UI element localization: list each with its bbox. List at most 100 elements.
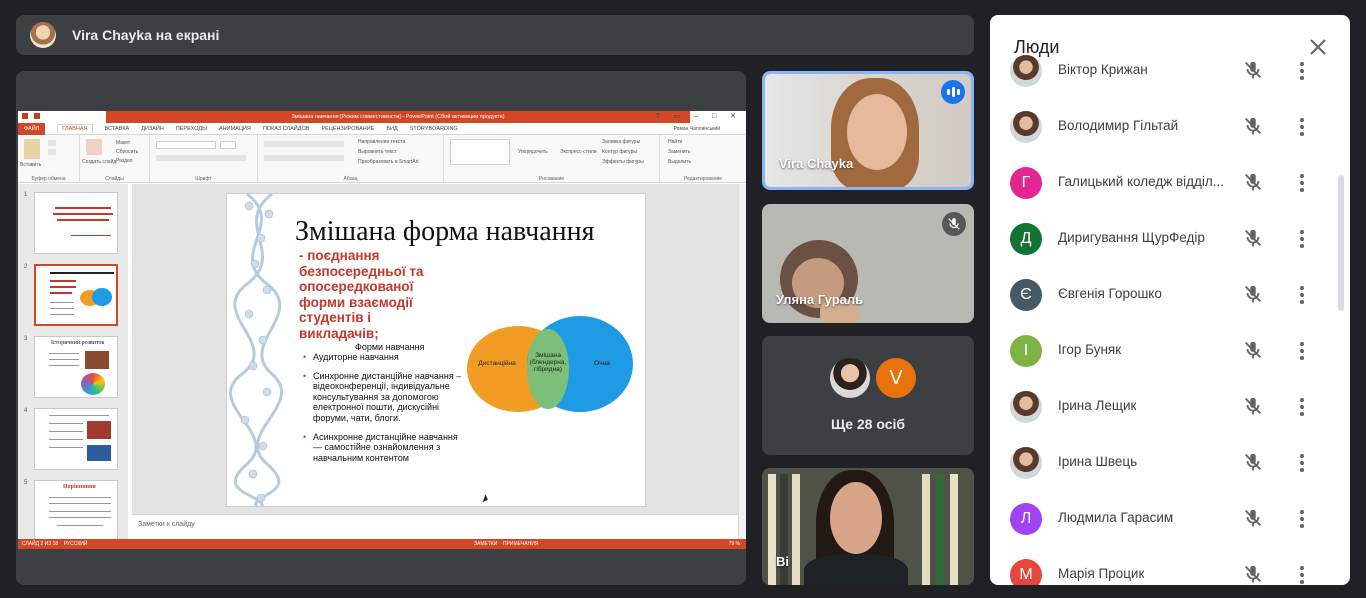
participant-tile[interactable]: Ві	[762, 468, 974, 585]
participant-row[interactable]: Володимир Гільтай	[990, 99, 1340, 155]
participant-row[interactable]: Є Євгенія Горошко	[990, 267, 1340, 323]
participant-tile-speaker[interactable]: Vira Chayka	[762, 71, 974, 190]
more-options-icon[interactable]	[1292, 339, 1312, 363]
mic-off-icon[interactable]	[1242, 451, 1264, 473]
participant-name: Ірина Швець	[1058, 454, 1138, 469]
more-options-icon[interactable]	[1292, 395, 1312, 419]
tab-file: ФАЙЛ	[18, 122, 46, 135]
shape-effects-button: Эффекты фигуры	[602, 159, 644, 165]
participant-tile[interactable]: Уляна Гураль	[762, 204, 974, 323]
font-family-select	[156, 141, 216, 149]
more-options-icon[interactable]	[1292, 59, 1312, 83]
participant-name: Віктор Крижан	[1058, 62, 1148, 77]
speaking-indicator-icon	[941, 80, 965, 104]
notes-toggle: ЗАМЕТКИ	[474, 541, 498, 547]
participant-row[interactable]: Ірина Лещик	[990, 379, 1340, 435]
participant-row[interactable]: Л Людмила Гарасим	[990, 491, 1340, 547]
mic-off-icon[interactable]	[1242, 563, 1264, 585]
tab-home: ГЛАВНАЯ	[57, 124, 93, 133]
dna-helix-image	[229, 194, 284, 506]
slide-counter: СЛАЙД 2 ИЗ 18	[22, 541, 59, 547]
reset-button: Сбросить	[116, 149, 139, 155]
more-participants-label: Ще 28 осіб	[830, 416, 906, 432]
editor-scrollbar	[738, 184, 746, 539]
language-indicator: РУССКИЙ	[63, 541, 88, 547]
mic-off-icon[interactable]	[1242, 395, 1264, 417]
more-options-icon[interactable]	[1292, 563, 1312, 585]
mic-off-icon[interactable]	[1242, 339, 1264, 361]
mic-off-icon[interactable]	[1242, 227, 1264, 249]
status-bar: СЛАЙД 2 ИЗ 18 РУССКИЙ ЗАМЕТКИ ПРИМЕЧАНИЯ…	[18, 539, 746, 549]
font-size-select	[220, 141, 236, 149]
paste-button: Вставить	[20, 162, 42, 168]
ribbon-group-editing: Найти Заменить Выделить Редактирование	[660, 135, 746, 183]
participant-row[interactable]: Ірина Швець	[990, 435, 1340, 491]
participant-row[interactable]: М Марія Процик	[990, 547, 1340, 585]
font-format-buttons	[156, 155, 246, 161]
participant-avatar: Г	[1010, 167, 1042, 199]
select-button: Выделить	[668, 159, 692, 165]
align-text-button: Выровнять текст	[358, 149, 397, 155]
shapes-gallery	[450, 139, 510, 165]
mic-off-icon[interactable]	[1242, 115, 1264, 137]
participant-name: Євгенія Горошко	[1058, 286, 1162, 301]
replace-button: Заменить	[668, 149, 691, 155]
more-options-icon[interactable]	[1292, 283, 1312, 307]
slide-subtitle: - поєднання безпосередньої та опосередко…	[299, 248, 424, 341]
venn-label-right: Очна	[594, 360, 610, 367]
quick-access-toolbar	[22, 113, 40, 119]
quick-styles-button: Экспресс-стили	[560, 149, 597, 155]
ribbon-group-font: Шрифт	[150, 135, 258, 183]
tab-view: ВИД	[386, 125, 398, 132]
cut-icon	[48, 140, 56, 146]
more-options-icon[interactable]	[1292, 451, 1312, 475]
group-label: Шрифт	[195, 176, 212, 182]
tab-insert: ВСТАВКА	[104, 125, 130, 132]
tab-animation: АНИМАЦИЯ	[219, 125, 251, 132]
participant-name: Марія Процик	[1058, 566, 1145, 581]
account-name: Роман Чаплинський	[673, 125, 720, 132]
tab-design: ДИЗАЙН	[141, 125, 164, 132]
ribbon-tabs: ФАЙЛ ГЛАВНАЯ ВСТАВКА ДИЗАЙН ПЕРЕХОДЫ АНИ…	[18, 122, 746, 135]
venn-label-left: Дистанційна	[478, 360, 516, 367]
section-button: Раздел	[116, 158, 133, 164]
presenting-title: Vira Chayka на екрані	[72, 27, 220, 43]
participant-avatar: І	[1010, 335, 1042, 367]
mic-off-icon	[942, 212, 966, 236]
group-label: Абзац	[343, 176, 358, 182]
group-label: Буфер обмена	[31, 176, 66, 182]
mic-off-icon[interactable]	[1242, 283, 1264, 305]
layout-button: Макет	[116, 140, 131, 146]
shape-outline-button: Контур фигуры	[602, 149, 637, 155]
bullet-item: Аудиторне навчання	[301, 352, 469, 363]
shape-fill-button: Заливка фигуры	[602, 139, 641, 145]
powerpoint-titlebar: Змішана навчання [Режим совместимости] -…	[18, 111, 746, 123]
more-options-icon[interactable]	[1292, 171, 1312, 195]
more-options-icon[interactable]	[1292, 115, 1312, 139]
presenting-banner: Vira Chayka на екрані	[16, 15, 974, 55]
more-options-icon[interactable]	[1292, 227, 1312, 251]
zoom-level: 79 %	[728, 541, 740, 547]
participant-row[interactable]: І Ігор Буняк	[990, 323, 1340, 379]
mic-off-icon[interactable]	[1242, 507, 1264, 529]
group-label: Рисование	[538, 176, 565, 182]
powerpoint-logo-icon	[22, 113, 28, 119]
participant-row[interactable]: Г Галицький коледж відділ...	[990, 155, 1340, 211]
mic-off-icon[interactable]	[1242, 171, 1264, 193]
more-participants-tile[interactable]: V Ще 28 осіб	[762, 336, 974, 455]
mic-off-icon[interactable]	[1242, 59, 1264, 81]
participant-name: Ірина Лещик	[1058, 398, 1137, 413]
participant-avatar: V	[876, 358, 916, 398]
panel-scrollbar[interactable]	[1338, 175, 1344, 311]
participant-name: Галицький коледж відділ...	[1058, 174, 1225, 189]
participant-avatar	[1010, 111, 1042, 143]
bullet-item: Синхронне дистанційне навчання – відеоко…	[301, 371, 469, 424]
participant-row[interactable]: Віктор Крижан	[990, 43, 1340, 99]
participant-row[interactable]: Д Диригування ЩурФедір	[990, 211, 1340, 267]
more-options-icon[interactable]	[1292, 507, 1312, 531]
ribbon-group-clipboard: Вставить Буфер обмена	[18, 135, 80, 183]
presentation-stage: Змішана навчання [Режим совместимости] -…	[16, 71, 746, 585]
ribbon-group-slides: Создать слайд Макет Сбросить Раздел Слай…	[80, 135, 150, 183]
ribbon-group-drawing: Упорядочить Экспресс-стили Заливка фигур…	[444, 135, 660, 183]
notes-pane: Заметки к слайду	[132, 514, 738, 536]
